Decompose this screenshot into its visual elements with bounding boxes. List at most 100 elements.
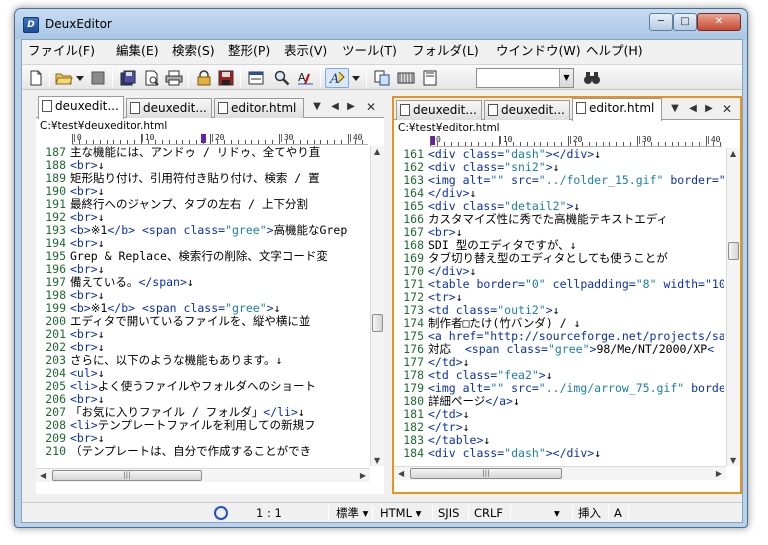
ruler-tick [588,142,590,146]
toolbar-separator [366,69,367,87]
status-mode[interactable]: 標準 ▾ [336,505,368,521]
status-newline[interactable]: CRLF [474,505,503,521]
new-file-icon[interactable] [26,68,46,88]
code-area[interactable]: 161 <div class="dash"></div>↓ 162 <div clas… [394,148,724,466]
code-line[interactable]: 184 <div class="dash"></div>↓ [394,447,724,460]
status-dropdown[interactable]: ▾ [554,505,560,521]
svg-text:A: A [329,72,339,86]
vertical-scrollbar[interactable]: ▲ ▼ [370,146,384,466]
film-icon[interactable] [396,68,416,88]
tab-list-button[interactable]: ▼ [668,101,682,117]
tab-list-button[interactable]: ▼ [310,99,324,115]
tab-close-button[interactable]: ✕ [364,99,378,115]
menu-file[interactable]: ファイル(F) [28,43,95,59]
title-bar[interactable]: D DeuxEditor ─ □ ✕ [15,9,747,39]
tab-label: deuxedit... [501,103,565,117]
horizontal-scrollbar[interactable]: ◀ ||| ▶ [394,466,726,480]
line-text: <div class="dash"></div>↓ [428,446,602,460]
dropdown-arrow-icon[interactable] [74,68,86,88]
chevron-down-icon[interactable]: ▼ [559,69,573,87]
ruler-tick [210,134,211,144]
menu-bar: ファイル(F) 編集(E) 検索(S) 整形(P) 表示(V) ツール(T) フ… [22,40,742,62]
close-button[interactable]: ✕ [697,13,741,31]
scroll-thumb[interactable]: ||| [52,470,202,481]
scroll-thumb[interactable] [372,314,383,332]
search-icon[interactable] [272,68,292,88]
client-area: ファイル(F) 編集(E) 検索(S) 整形(P) 表示(V) ツール(T) フ… [21,39,743,523]
ruler-tick [175,140,177,144]
menu-search[interactable]: 検索(S) [172,43,215,59]
code-area[interactable]: 187 主な機能には、アンドゥ / リドゥ、全てやり直 188 <br>↓ 189 矩形貼… [36,146,368,466]
menu-edit[interactable]: 編集(E) [116,43,159,59]
highlight-icon[interactable]: A [325,68,349,88]
ruler-tick [519,142,521,146]
tab-label: deuxedit... [143,101,207,115]
scroll-up-arrow[interactable]: ▲ [374,147,380,156]
ruler-tick [574,142,576,146]
scroll-left-arrow[interactable]: ◀ [40,471,46,480]
status-encoding[interactable]: SJIS [438,505,459,521]
minimize-button[interactable]: ─ [649,13,673,31]
menu-folder[interactable]: フォルダ(L) [412,43,479,59]
ruler-tick [568,136,569,146]
scroll-thumb[interactable]: ||| [410,468,562,479]
status-syntax[interactable]: HTML ▾ [380,505,421,521]
status-insert[interactable]: 挿入 [578,505,601,521]
save-all-icon[interactable] [118,68,138,88]
ruler-tick [327,140,329,144]
menu-format[interactable]: 整形(P) [228,43,270,59]
tab-scroll-right-button[interactable]: ▶ [344,99,358,115]
open-folder-icon[interactable] [54,68,74,88]
tab-deuxeditor-1[interactable]: deuxedit... [396,100,482,120]
print-preview-icon[interactable] [142,68,162,88]
scroll-down-arrow[interactable]: ▼ [730,456,736,465]
menu-tools[interactable]: ツール(T) [342,43,397,59]
tab-scroll-left-button[interactable]: ◀ [328,99,342,115]
save-close-icon[interactable] [216,68,236,88]
bookmark-icon[interactable] [420,68,440,88]
ruler-tick [671,142,673,146]
ruler-tick [547,142,549,146]
menu-view[interactable]: 表示(V) [284,43,327,59]
scroll-up-arrow[interactable]: ▲ [730,149,736,158]
ruler-tick [334,140,336,144]
ruler-label: |0 [72,133,82,142]
maximize-button[interactable]: □ [673,13,697,31]
window-icon[interactable] [246,68,266,88]
code-line[interactable]: 210 （テンプレートは、自分で作成することができ [36,445,368,458]
lock-icon[interactable] [194,68,214,88]
scroll-down-arrow[interactable]: ▼ [374,456,380,465]
tab-editor-html[interactable]: editor.html [572,98,662,121]
scroll-right-arrow[interactable]: ▶ [360,471,366,480]
binoculars-icon[interactable] [582,68,602,88]
dropdown-arrow-icon[interactable] [350,68,362,88]
spellcheck-icon[interactable]: A [296,68,316,88]
tab-deuxeditor-1[interactable]: deuxedit... [38,96,124,119]
line-text: <b>※1</b> <span class="gree">高機能なGrep [70,223,348,237]
menu-help[interactable]: ヘルプ(H) [586,43,643,59]
ruler-tick [161,140,163,144]
tab-scroll-left-button[interactable]: ◀ [686,101,700,117]
ruler-tick [637,136,638,146]
toolbar-combo[interactable]: ▼ [476,68,574,88]
vertical-scrollbar[interactable]: ▲ ▼ [726,148,740,466]
scroll-right-arrow[interactable]: ▶ [716,469,722,478]
status-separator [510,505,511,521]
app-icon: D [23,17,39,33]
tab-deuxeditor-2[interactable]: deuxedit... [126,98,212,118]
scroll-left-arrow[interactable]: ◀ [398,469,404,478]
scroll-thumb[interactable] [728,242,739,260]
tab-close-button[interactable]: ✕ [720,101,734,117]
ruler-tick [457,142,459,146]
document-icon [576,102,586,114]
tab-editor-html[interactable]: editor.html [214,98,304,118]
copy-icon[interactable] [372,68,392,88]
print-icon[interactable] [164,68,184,88]
tab-deuxeditor-2[interactable]: deuxedit... [484,100,570,120]
stop-icon[interactable] [88,68,108,88]
horizontal-scrollbar[interactable]: ◀ ||| ▶ [36,468,370,482]
menu-window[interactable]: ウインドウ(W) [496,43,581,59]
tab-scroll-right-button[interactable]: ▶ [702,101,716,117]
column-ruler: |0 |10 |20 |30 |40 [72,133,368,145]
ruler-tick [354,140,356,144]
